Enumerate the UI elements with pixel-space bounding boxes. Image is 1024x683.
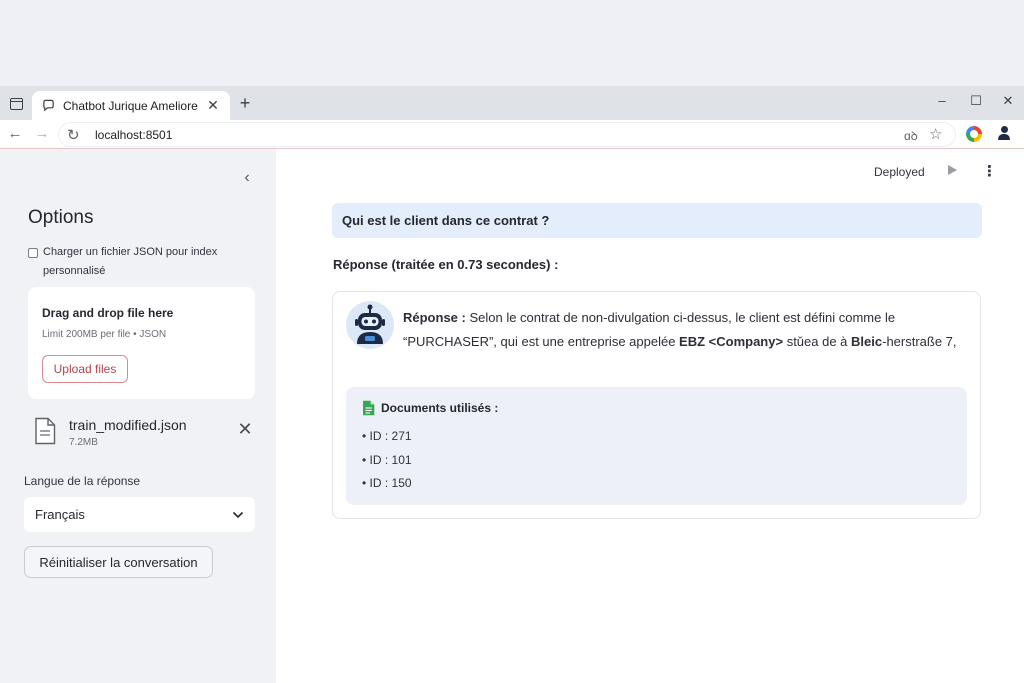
file-name: train_modified.json (69, 417, 187, 433)
profile-avatar-icon[interactable] (997, 126, 1011, 142)
tab-title: Chatbot Jurique Ameliore (63, 98, 198, 113)
bookmark-star-icon[interactable]: ☆ (929, 125, 942, 143)
file-icon (35, 417, 56, 445)
chevron-down-icon (232, 511, 244, 518)
file-size: 7.2MB (69, 437, 98, 448)
browser-toolbar: ← → ↻ localhost:8501 ɑꝺ ☆ (0, 120, 1024, 149)
reset-conversation-button[interactable]: Réinitialiser la conversation (24, 546, 213, 578)
dropzone-limit: Limit 200MB per file • JSON (42, 329, 167, 340)
answer-text-part: Selon le contrat de non-divulgation ci-d… (465, 310, 896, 325)
answer-purchaser: “PURCHASER” (403, 334, 494, 349)
answer-company: EBZ <Company> (679, 334, 784, 349)
address-bar[interactable]: ↻ localhost:8501 (58, 122, 956, 147)
forward-arrow-icon[interactable]: → (33, 125, 51, 142)
language-label: Langue de la réponse (24, 474, 141, 488)
remove-file-icon[interactable]: ✕ (236, 419, 254, 440)
document-item: • ID : 271 (362, 429, 412, 443)
close-window-button[interactable]: ✕ (998, 93, 1018, 109)
chat-bubble-icon (43, 99, 54, 112)
collapse-sidebar-icon[interactable]: ‹ (240, 169, 254, 187)
tab-close-icon[interactable]: ✕ (206, 97, 220, 114)
custom-index-checkbox-row[interactable]: Charger un fichier JSON pour index perso… (28, 245, 254, 281)
new-tab-button[interactable]: + (236, 93, 254, 114)
deploy-button[interactable]: Deployed (874, 165, 925, 179)
documents-title: Documents utilisés : (381, 401, 499, 415)
answer-text-part: -herstraße 7, (882, 334, 957, 349)
answer-card: Réponse : Selon le contrat de non-divulg… (332, 291, 981, 519)
sidebar: ‹ Options Charger un fichier JSON pour i… (0, 149, 276, 683)
back-arrow-icon[interactable]: ← (6, 125, 24, 142)
documents-title-row: Documents utilisés : (362, 400, 498, 416)
robot-avatar-icon (346, 301, 394, 349)
document-item: • ID : 101 (362, 453, 412, 467)
answer-text: Réponse : Selon le contrat de non-divulg… (403, 306, 965, 354)
play-icon[interactable] (946, 164, 958, 176)
chrome-extension-icon[interactable] (966, 126, 982, 142)
dropzone-title: Drag and drop file here (42, 306, 174, 320)
browser-tab[interactable]: Chatbot Jurique Ameliore ✕ (32, 91, 230, 120)
minimize-button[interactable]: – (932, 93, 952, 108)
file-dropzone[interactable]: Drag and drop file here Limit 200MB per … (28, 287, 255, 399)
tab-search-icon[interactable] (6, 94, 26, 114)
streamlit-app: ‹ Options Charger un fichier JSON pour i… (0, 149, 1024, 683)
documents-box: Documents utilisés : • ID : 271 • ID : 1… (346, 387, 967, 505)
answer-text-part: stǔea de à (783, 334, 852, 349)
maximize-button[interactable]: ☐ (966, 93, 986, 109)
upload-files-button[interactable]: Upload files (42, 355, 128, 383)
tab-strip: Chatbot Jurique Ameliore ✕ + – ☐ ✕ (0, 86, 1024, 120)
document-item: • ID : 150 (362, 476, 412, 490)
answer-text-part: , qui est une entreprise appelée (493, 334, 680, 349)
reload-icon[interactable]: ↻ (67, 126, 83, 144)
uploaded-file: train_modified.json 7.2MB ✕ (34, 415, 256, 451)
checkbox-label: Charger un fichier JSON pour index perso… (43, 246, 218, 277)
answer-label: Réponse : (403, 310, 466, 325)
language-select[interactable]: Français (24, 497, 255, 532)
answer-street: Bleic (851, 334, 883, 349)
response-header: Réponse (traitée en 0.73 secondes) : (333, 257, 559, 272)
reader-mode-icon[interactable]: ɑꝺ (904, 127, 918, 144)
user-question: Qui est le client dans ce contrat ? (332, 203, 982, 238)
document-icon (363, 400, 375, 416)
url-text: localhost:8501 (95, 127, 173, 142)
language-selected-value: Français (35, 507, 85, 522)
custom-index-checkbox[interactable] (28, 248, 38, 258)
main-menu-icon[interactable]: ⋮ (982, 162, 997, 180)
main-content: Deployed ⋮ Qui est le client dans ce con… (276, 149, 1024, 683)
sidebar-title: Options (28, 207, 94, 228)
browser-window: Chatbot Jurique Ameliore ✕ + – ☐ ✕ ← → ↻… (0, 86, 1024, 683)
